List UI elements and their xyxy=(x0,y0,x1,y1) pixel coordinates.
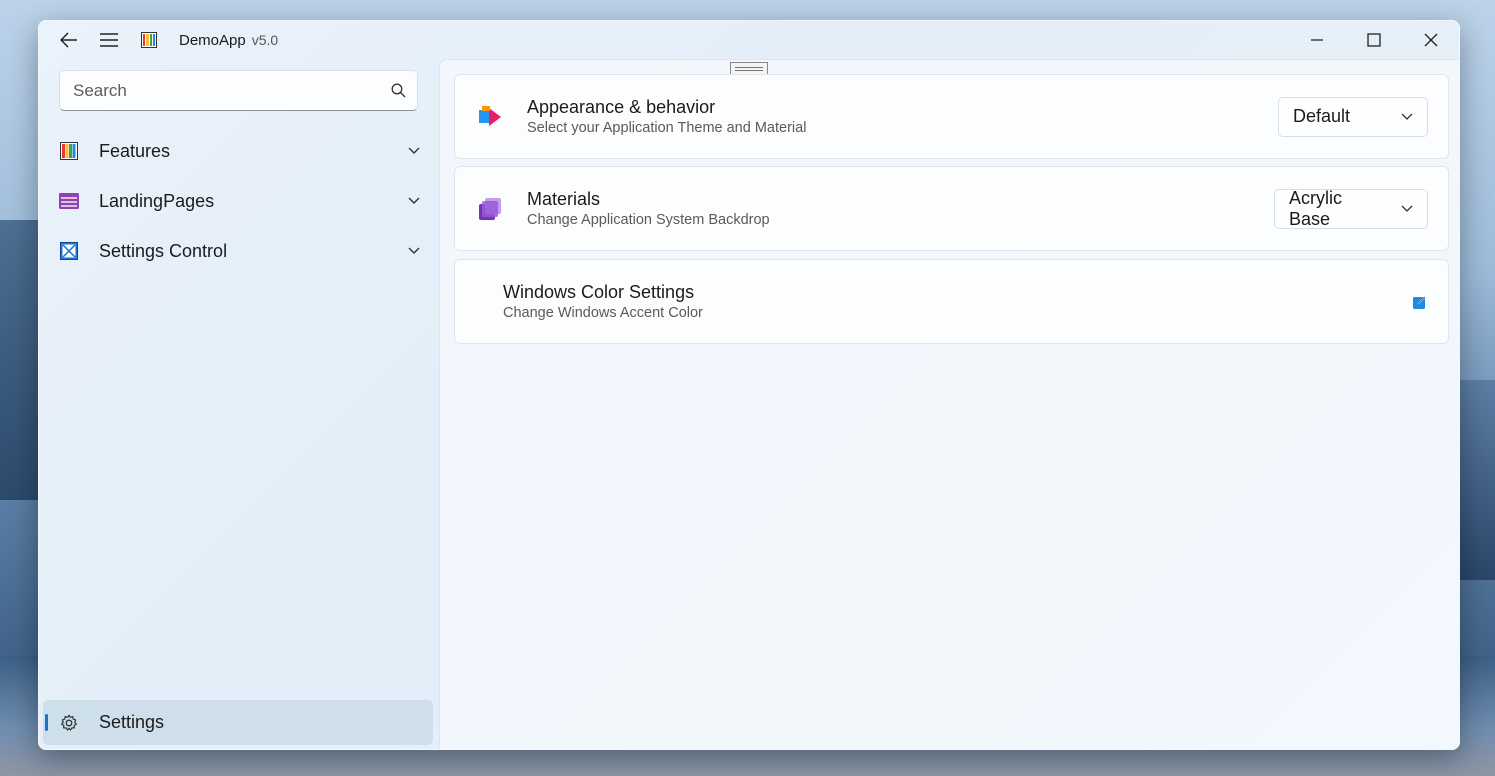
minimize-icon xyxy=(1310,39,1323,41)
theme-dropdown-value: Default xyxy=(1293,106,1351,126)
windows-color-title: Windows Color Settings xyxy=(503,281,695,302)
chevron-down-icon xyxy=(1401,113,1413,121)
appearance-card: Appearance & behavior Select your Applic… xyxy=(454,74,1449,159)
chevron-down-icon xyxy=(399,147,429,155)
app-logo-icon xyxy=(141,32,157,48)
appearance-title: Appearance & behavior xyxy=(527,96,716,117)
theme-dropdown[interactable]: Default xyxy=(1278,96,1428,137)
nav-label-settings: Settings xyxy=(99,712,165,732)
back-arrow-icon xyxy=(60,32,77,48)
desktop-background-city-right xyxy=(1459,380,1495,580)
desktop-background-city xyxy=(0,220,40,500)
nav-label-features: Features xyxy=(99,140,171,161)
materials-subtitle: Change Application System Backdrop xyxy=(527,211,770,228)
settings-control-icon xyxy=(59,242,79,260)
app-title: DemoApp xyxy=(179,31,246,49)
back-button[interactable] xyxy=(49,21,89,59)
search-button[interactable] xyxy=(379,83,417,98)
selection-indicator xyxy=(45,714,48,731)
search-input[interactable] xyxy=(60,71,379,110)
title-bar: DemoApp v5.0 xyxy=(39,21,1459,59)
landingpages-icon xyxy=(59,192,79,210)
minimize-button[interactable] xyxy=(1288,21,1345,59)
materials-title: Materials xyxy=(527,188,601,209)
nav-item-settings-control[interactable]: Settings Control xyxy=(49,229,429,273)
navigation-pane: Features LandingPages xyxy=(39,59,439,749)
hamburger-icon xyxy=(100,33,118,47)
appearance-subtitle: Select your Application Theme and Materi… xyxy=(527,119,807,136)
nav-item-settings[interactable]: Settings xyxy=(43,700,433,745)
app-version: v5.0 xyxy=(251,32,279,48)
gear-icon xyxy=(59,714,79,732)
menu-button[interactable] xyxy=(89,21,129,59)
windows-color-subtitle: Change Windows Accent Color xyxy=(503,304,703,321)
windows-color-card[interactable]: Windows Color Settings Change Windows Ac… xyxy=(454,259,1449,344)
search-box xyxy=(59,70,418,111)
nav-item-features[interactable]: Features xyxy=(49,129,429,173)
nav-label-landingpages: LandingPages xyxy=(99,190,215,211)
materials-card: Materials Change Application System Back… xyxy=(454,166,1449,251)
materials-icon xyxy=(479,197,501,220)
app-window: DemoApp v5.0 Search Features LandingPage… xyxy=(38,20,1460,750)
chevron-down-icon xyxy=(1401,205,1413,213)
window-controls xyxy=(1288,21,1459,59)
chevron-down-icon xyxy=(399,197,429,205)
maximize-button[interactable] xyxy=(1345,21,1402,59)
material-dropdown[interactable]: Acrylic Base xyxy=(1274,187,1428,229)
nav-item-landingpages[interactable]: LandingPages xyxy=(49,179,429,223)
maximize-icon xyxy=(1366,33,1381,47)
close-button[interactable] xyxy=(1402,21,1459,59)
appearance-icon xyxy=(479,105,501,126)
close-icon xyxy=(1424,33,1437,47)
search-icon xyxy=(391,83,405,98)
nav-label-settings-control: Settings Control xyxy=(99,240,228,261)
open-external-icon[interactable] xyxy=(1412,294,1428,310)
features-icon xyxy=(59,142,79,160)
material-dropdown-value: Acrylic Base xyxy=(1289,187,1342,229)
settings-content: Appearance & behavior Select your Applic… xyxy=(439,59,1459,749)
chevron-down-icon xyxy=(399,247,429,255)
